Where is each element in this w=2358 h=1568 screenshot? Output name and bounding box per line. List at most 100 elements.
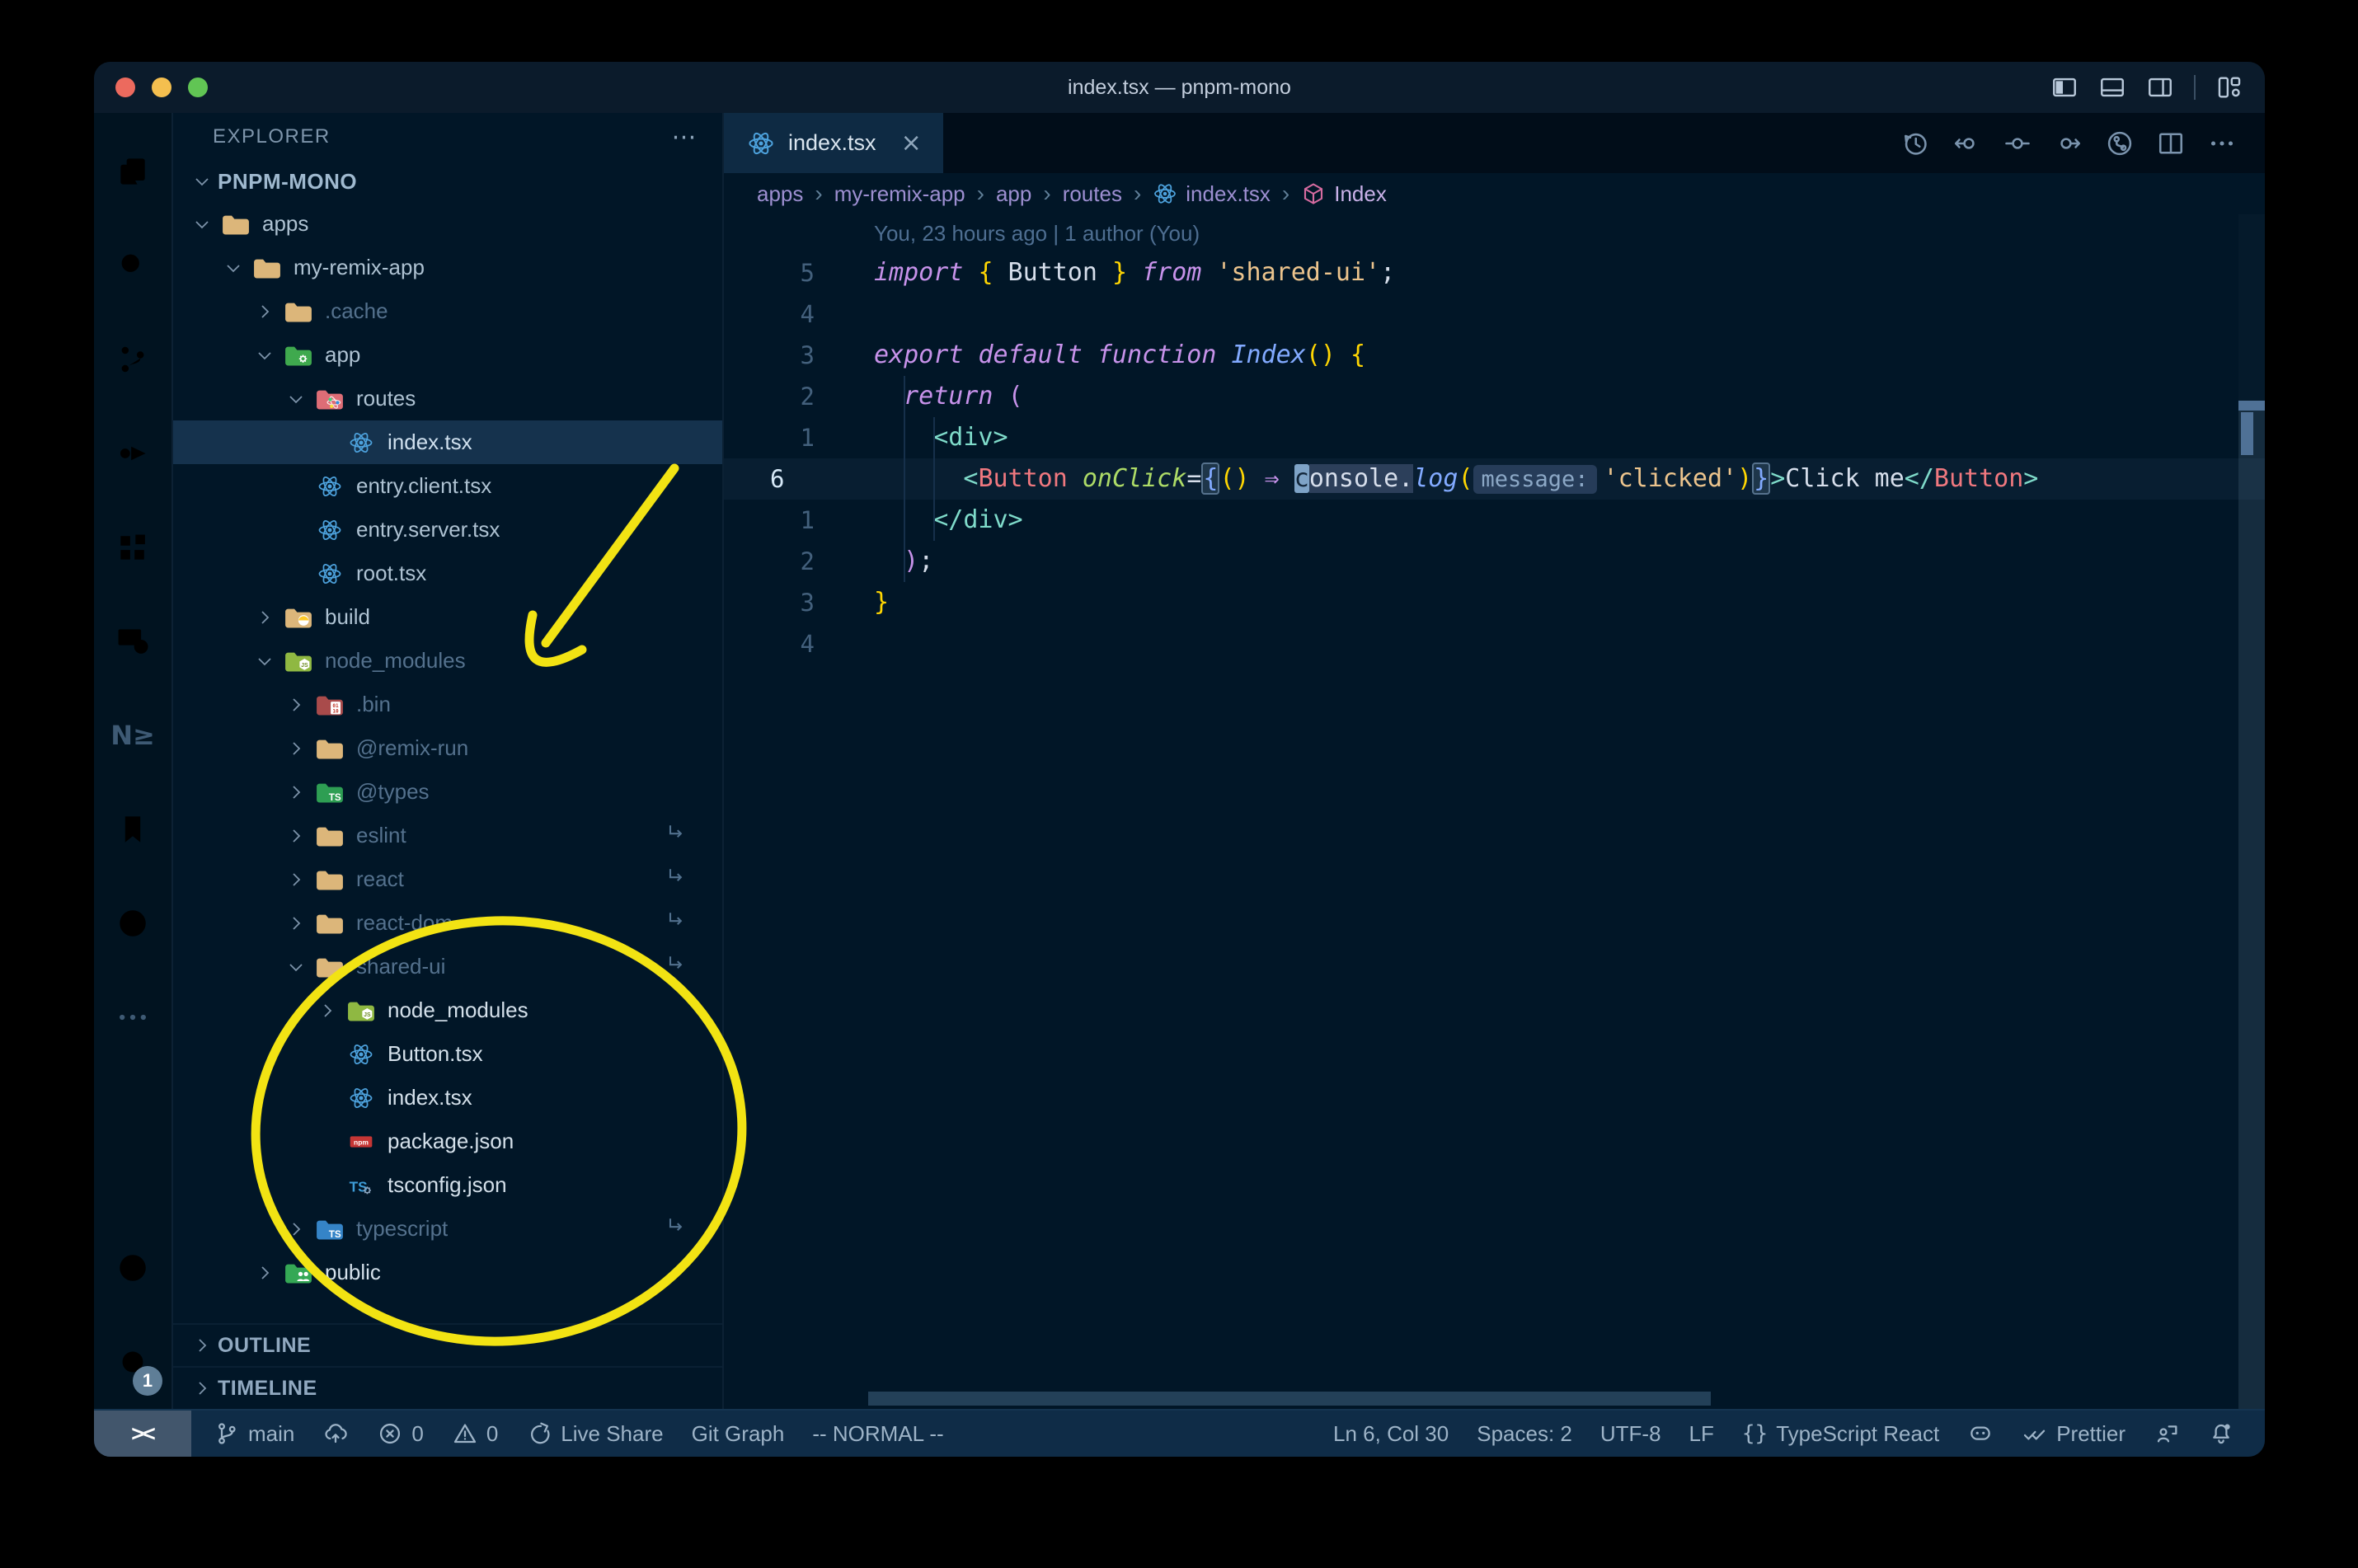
close-window-button[interactable] xyxy=(115,77,135,97)
tree-item-package-json[interactable]: npm package.json xyxy=(173,1120,722,1163)
tree-item-app[interactable]: app xyxy=(173,333,722,377)
tree-item-entry-server-tsx[interactable]: entry.server.tsx xyxy=(173,508,722,552)
zoom-window-button[interactable] xyxy=(188,77,208,97)
activity-remote-explorer-icon[interactable] xyxy=(94,594,172,688)
tree-item-node-modules[interactable]: JS node_modules xyxy=(173,639,722,683)
status-cloud-upload-icon[interactable] xyxy=(308,1411,363,1457)
code-line-rel-2-3[interactable]: 2 return ( xyxy=(724,376,2265,417)
status-0[interactable]: 0 xyxy=(438,1411,512,1457)
history-icon[interactable] xyxy=(1900,129,1930,158)
activity-nx-console-icon[interactable]: N≥ xyxy=(94,688,172,782)
vertical-scrollbar[interactable] xyxy=(2238,402,2265,1409)
tree-item-cache[interactable]: .cache xyxy=(173,289,722,333)
status-main[interactable]: main xyxy=(200,1411,308,1457)
breadcrumb-item-app[interactable]: app xyxy=(996,181,1031,207)
status-lf[interactable]: LF xyxy=(1675,1411,1728,1457)
horizontal-scrollbar[interactable] xyxy=(868,1392,1711,1406)
code-line-rel-3-8[interactable]: 3} xyxy=(724,582,2265,623)
status-0[interactable]: 0 xyxy=(363,1411,437,1457)
tree-item-react[interactable]: react xyxy=(173,857,722,901)
activity-more-icon[interactable] xyxy=(94,970,172,1064)
code-line-rel-4-9[interactable]: 4 xyxy=(724,623,2265,664)
status-live-share[interactable]: Live Share xyxy=(512,1411,677,1457)
tree-item-typescript[interactable]: TS typescript xyxy=(173,1207,722,1251)
tree-item-types[interactable]: TS @types xyxy=(173,770,722,814)
indent-guide xyxy=(933,417,935,541)
chevron-right-icon xyxy=(249,602,280,633)
activity-run-debug-icon[interactable] xyxy=(94,406,172,500)
status-feedback-icon[interactable] xyxy=(2140,1411,2194,1457)
breadcrumb-item-my-remix-app[interactable]: my-remix-app xyxy=(834,181,965,207)
tree-item-entry-client-tsx[interactable]: entry.client.tsx xyxy=(173,464,722,508)
activity-account-icon[interactable] xyxy=(94,1221,172,1315)
customize-layout-icon[interactable] xyxy=(2215,73,2243,101)
toggle-secondary-sidebar-icon[interactable] xyxy=(2146,73,2174,101)
tree-item-node-modules[interactable]: JS node_modules xyxy=(173,988,722,1032)
breadcrumb-item-apps[interactable]: apps xyxy=(757,181,803,207)
tree-item-routes[interactable]: routes xyxy=(173,377,722,420)
toggle-sidebar-icon[interactable] xyxy=(2050,73,2079,101)
next-change-icon[interactable] xyxy=(2054,129,2083,158)
code-line-rel-1-6[interactable]: 1 </div> xyxy=(724,500,2265,541)
code-line-rel-4-1[interactable]: 4 xyxy=(724,293,2265,335)
status-ln-6-col-30[interactable]: Ln 6, Col 30 xyxy=(1319,1411,1463,1457)
split-editor-icon[interactable] xyxy=(2156,129,2186,158)
tree-item-apps[interactable]: apps xyxy=(173,202,722,246)
status-normal[interactable]: -- NORMAL -- xyxy=(798,1411,957,1457)
open-change-icon[interactable] xyxy=(2003,129,2032,158)
tree-item-react-dom[interactable]: react-dom xyxy=(173,901,722,945)
outline-section-header[interactable]: OUTLINE xyxy=(173,1323,722,1366)
status-spaces-2[interactable]: Spaces: 2 xyxy=(1463,1411,1586,1457)
symlink-arrow-icon xyxy=(665,1214,688,1243)
tree-item-my-remix-app[interactable]: my-remix-app xyxy=(173,246,722,289)
tree-item-label: typescript xyxy=(356,1216,449,1241)
activity-source-control-icon[interactable] xyxy=(94,312,172,406)
workspace-section-header[interactable]: PNPM-MONO xyxy=(173,161,722,202)
explorer-more-actions-icon[interactable]: ⋯ xyxy=(672,123,698,152)
activity-settings-gear-icon[interactable]: 1 xyxy=(94,1315,172,1409)
tree-item-tsconfig-json[interactable]: TS tsconfig.json xyxy=(173,1163,722,1207)
status-bell-dot-icon[interactable] xyxy=(2194,1411,2248,1457)
code-line-rel-3-2[interactable]: 3 export default function Index() { xyxy=(724,335,2265,376)
activity-search-icon[interactable] xyxy=(94,218,172,312)
status-prettier[interactable]: Prettier xyxy=(2008,1411,2140,1457)
status-utf-8[interactable]: UTF-8 xyxy=(1586,1411,1675,1457)
tree-item-bin[interactable]: 01 10 .bin xyxy=(173,683,722,726)
tree-item-index-tsx[interactable]: index.tsx xyxy=(173,1076,722,1120)
minimize-window-button[interactable] xyxy=(152,77,171,97)
status-label: Spaces: 2 xyxy=(1477,1420,1572,1446)
activity-git-graph-icon[interactable] xyxy=(94,876,172,970)
activity-bookmarks-icon[interactable] xyxy=(94,782,172,876)
code-line-rel-1-4[interactable]: 1 <div> xyxy=(724,417,2265,458)
symlink-arrow-icon xyxy=(665,952,688,981)
code-editor[interactable]: You, 23 hours ago | 1 author (You) 5 impor… xyxy=(724,214,2265,1409)
code-line-rel-5-0[interactable]: 5 import { Button } from 'shared-ui'; xyxy=(724,252,2265,293)
tree-item-root-tsx[interactable]: root.tsx xyxy=(173,552,722,595)
status-copilot-icon[interactable] xyxy=(1953,1411,2008,1457)
more-actions-icon[interactable] xyxy=(2207,129,2237,158)
status-typescript-react[interactable]: {} TypeScript React xyxy=(1728,1411,1953,1457)
tree-item-index-tsx[interactable]: index.tsx xyxy=(173,420,722,464)
activity-files-icon[interactable] xyxy=(94,124,172,218)
toggle-panel-icon[interactable] xyxy=(2098,73,2126,101)
breadcrumb-item-index-tsx[interactable]: index.tsx xyxy=(1153,181,1271,207)
timeline-section-header[interactable]: TIMELINE xyxy=(173,1366,722,1409)
tree-item-eslint[interactable]: eslint xyxy=(173,814,722,857)
breadcrumb-item-index[interactable]: Index xyxy=(1301,181,1387,207)
tree-item-shared-ui[interactable]: shared-ui xyxy=(173,945,722,988)
close-tab-icon[interactable]: × xyxy=(901,129,922,157)
tab-index-tsx[interactable]: index.tsx × xyxy=(724,113,943,173)
tree-item-button-tsx[interactable]: Button.tsx xyxy=(173,1032,722,1076)
code-line-rel-2-7[interactable]: 2 ); xyxy=(724,541,2265,582)
tree-item-public[interactable]: public xyxy=(173,1251,722,1294)
tree-item-build[interactable]: build xyxy=(173,595,722,639)
activity-extensions-icon[interactable] xyxy=(94,500,172,594)
remote-indicator[interactable]: >< xyxy=(94,1411,191,1457)
status-git-graph[interactable]: Git Graph xyxy=(678,1411,799,1457)
code-line-current[interactable]: 6 <Button onClick={() ⇒ console.log(mess… xyxy=(724,458,2265,500)
tree-item-remix-run[interactable]: @remix-run xyxy=(173,726,722,770)
breadcrumb-item-routes[interactable]: routes xyxy=(1063,181,1122,207)
gitlens-graph-icon[interactable] xyxy=(2105,129,2135,158)
previous-change-icon[interactable] xyxy=(1952,129,1981,158)
explorer-sidebar: EXPLORER ⋯ PNPM-MONO apps my-remix-app .ca… xyxy=(173,113,724,1409)
